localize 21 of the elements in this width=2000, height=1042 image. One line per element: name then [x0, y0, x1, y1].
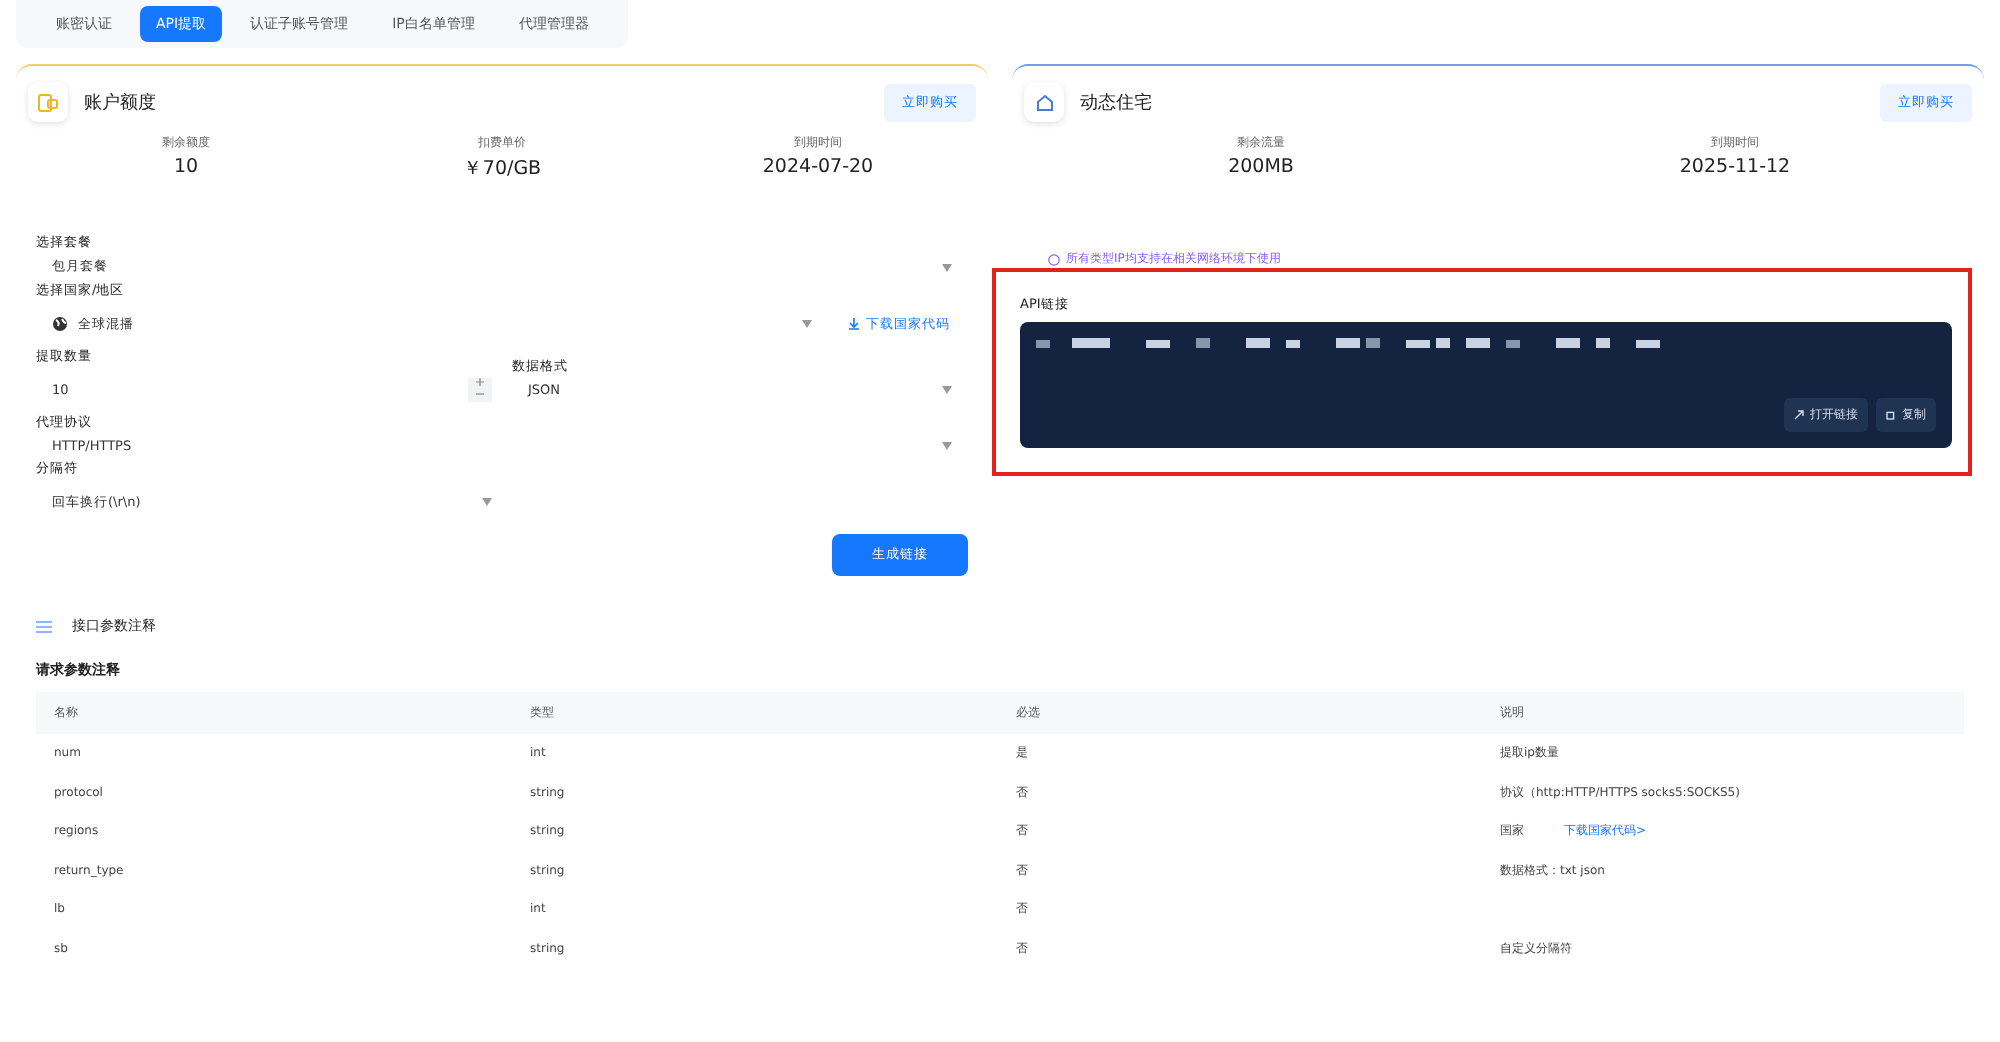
stat-value: 10 — [173, 156, 199, 178]
caret-icon — [482, 498, 492, 506]
minus-icon — [476, 390, 484, 398]
plus-icon — [476, 378, 484, 386]
stat-value: 2025-11-12 — [1679, 156, 1791, 178]
caret-icon — [942, 386, 952, 394]
house-icon — [1024, 82, 1064, 122]
increment-button[interactable] — [468, 378, 492, 390]
copy-icon — [1886, 410, 1896, 420]
decrement-button[interactable] — [468, 390, 492, 402]
stat-value: 200MB — [1228, 156, 1294, 178]
stat-value: 2024-07-20 — [762, 156, 874, 178]
stat-value: ￥70/GB — [462, 156, 542, 182]
globe-icon — [52, 316, 68, 332]
caret-icon — [802, 320, 812, 328]
caret-icon — [942, 442, 952, 450]
caret-icon — [942, 263, 952, 271]
card-title: 账户额度 — [84, 91, 158, 115]
external-link-icon — [1794, 410, 1804, 420]
download-icon — [848, 318, 860, 330]
card-title: 动态住宅 — [1080, 91, 1154, 115]
